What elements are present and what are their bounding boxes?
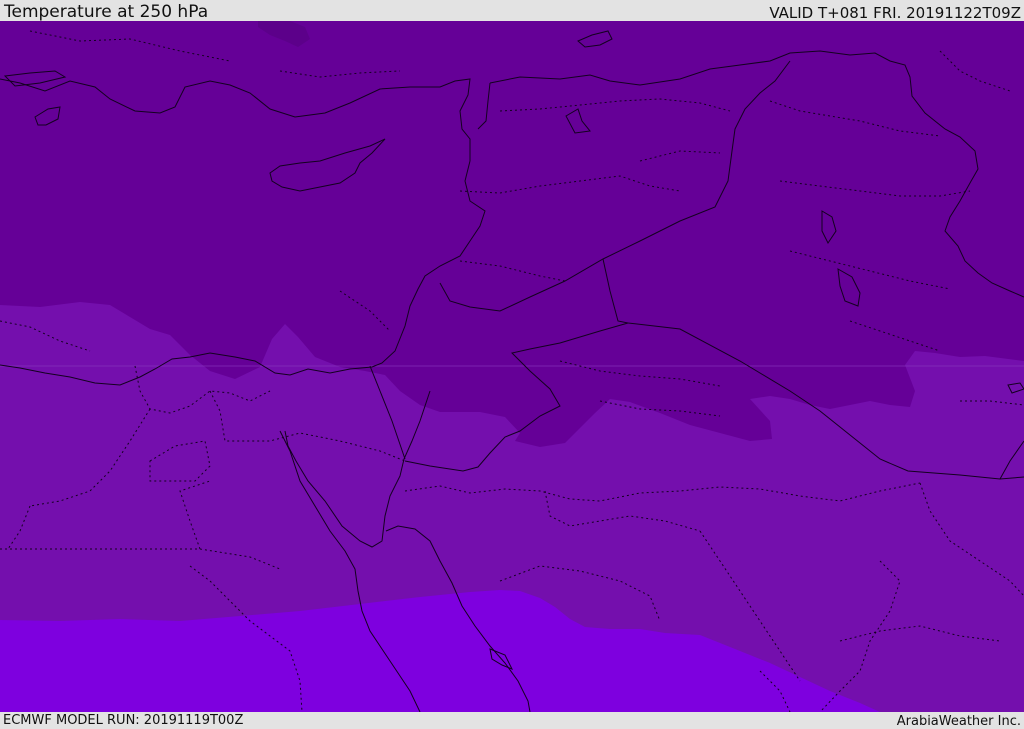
temperature-map-canvas bbox=[0, 21, 1024, 712]
model-run-label: ECMWF MODEL RUN: 20191119T00Z bbox=[3, 713, 244, 728]
weather-map[interactable] bbox=[0, 21, 1024, 712]
footer-bar: ECMWF MODEL RUN: 20191119T00Z ArabiaWeat… bbox=[0, 712, 1024, 729]
map-title: Temperature at 250 hPa bbox=[4, 2, 209, 22]
header-bar: Temperature at 250 hPa VALID T+081 FRI. … bbox=[0, 0, 1024, 21]
valid-time-label: VALID T+081 FRI. 20191122T09Z bbox=[769, 4, 1021, 22]
credit-label: ArabiaWeather Inc. bbox=[896, 714, 1021, 729]
